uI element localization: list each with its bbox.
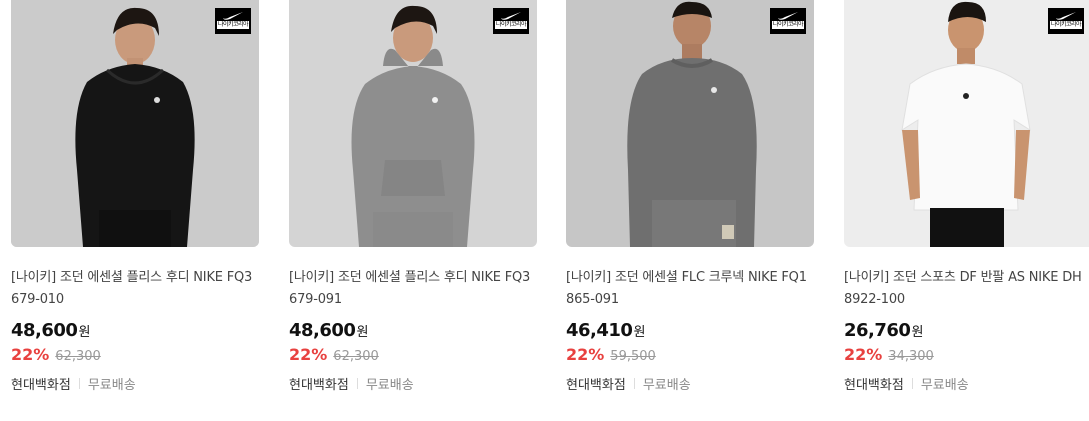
original-price: 34,300 (888, 349, 934, 364)
seller-name: 현대백화점 (289, 378, 349, 393)
product-card[interactable]: 나이키코리아 [나이키] 조던 에센셜 FLC 크루넥 NIKE FQ1865-… (566, 0, 814, 393)
divider (78, 378, 80, 389)
shipping-info: 무료배송 (642, 378, 691, 393)
shipping-info: 무료배송 (87, 378, 136, 393)
product-title[interactable]: [나이키] 조던 에센셜 플리스 후디 NIKE FQ3679-010 (11, 267, 259, 311)
currency-unit: 원 (356, 325, 369, 340)
discount-rate: 22% (11, 345, 50, 364)
product-grid-row: 나이키코리아 [나이키] 조던 에센셜 플리스 후디 NIKE FQ3679-0… (0, 0, 1089, 421)
original-price: 62,300 (333, 349, 379, 364)
badge-label: 나이키코리아 (1050, 21, 1082, 29)
nike-swoosh-icon (501, 12, 521, 20)
product-title[interactable]: [나이키] 조던 스포츠 DF 반팔 AS NIKE DH8922-100 (844, 267, 1089, 311)
discount-rate: 22% (844, 345, 883, 364)
product-image[interactable]: 나이키코리아 (289, 0, 537, 247)
discount-rate: 22% (566, 345, 605, 364)
nike-brand-badge: 나이키코리아 (493, 8, 529, 34)
nike-swoosh-icon (778, 12, 798, 20)
sale-price: 48,600 (11, 320, 78, 341)
sale-price: 46,410 (566, 320, 633, 341)
shipping-info: 무료배송 (365, 378, 414, 393)
currency-unit: 원 (78, 325, 91, 340)
discount-rate: 22% (289, 345, 328, 364)
product-image[interactable]: 나이키코리아 (566, 0, 814, 247)
product-image[interactable]: 나이키코리아 (844, 0, 1089, 247)
divider (911, 378, 913, 389)
nike-brand-badge: 나이키코리아 (1048, 8, 1084, 34)
shipping-info: 무료배송 (920, 378, 969, 393)
seller-name: 현대백화점 (11, 378, 71, 393)
nike-brand-badge: 나이키코리아 (215, 8, 251, 34)
product-title[interactable]: [나이키] 조던 에센셜 FLC 크루넥 NIKE FQ1865-091 (566, 267, 814, 311)
product-card[interactable]: 나이키코리아 [나이키] 조던 스포츠 DF 반팔 AS NIKE DH8922… (844, 0, 1089, 393)
product-card[interactable]: 나이키코리아 [나이키] 조던 에센셜 플리스 후디 NIKE FQ3679-0… (11, 0, 259, 393)
original-price: 62,300 (55, 349, 101, 364)
product-image[interactable]: 나이키코리아 (11, 0, 259, 247)
badge-label: 나이키코리아 (217, 21, 249, 29)
product-title[interactable]: [나이키] 조던 에센셜 플리스 후디 NIKE FQ3679-091 (289, 267, 537, 311)
badge-label: 나이키코리아 (495, 21, 527, 29)
nike-swoosh-icon (1056, 12, 1076, 20)
nike-swoosh-icon (223, 12, 243, 20)
sale-price: 26,760 (844, 320, 911, 341)
currency-unit: 원 (633, 325, 646, 340)
divider (633, 378, 635, 389)
product-card[interactable]: 나이키코리아 [나이키] 조던 에센셜 플리스 후디 NIKE FQ3679-0… (289, 0, 537, 393)
nike-brand-badge: 나이키코리아 (770, 8, 806, 34)
seller-name: 현대백화점 (566, 378, 626, 393)
original-price: 59,500 (610, 349, 656, 364)
seller-name: 현대백화점 (844, 378, 904, 393)
currency-unit: 원 (911, 325, 924, 340)
divider (356, 378, 358, 389)
sale-price: 48,600 (289, 320, 356, 341)
badge-label: 나이키코리아 (772, 21, 804, 29)
